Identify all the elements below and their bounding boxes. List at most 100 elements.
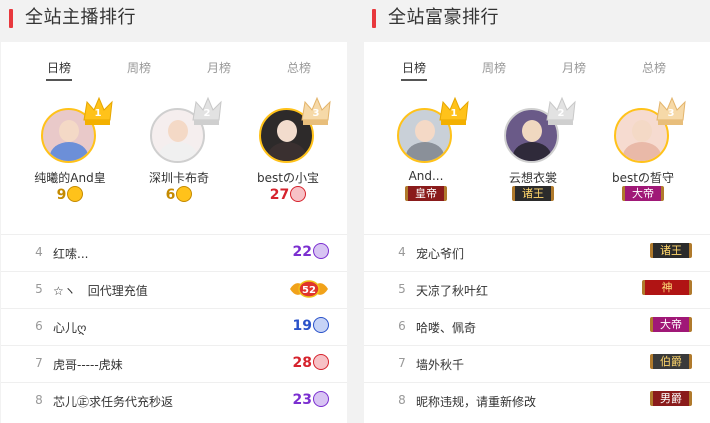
noble-rank-badge: 大帝	[650, 317, 692, 332]
wreath-level-icon: 52	[290, 280, 328, 298]
tab-total[interactable]: 总榜	[274, 60, 324, 76]
svg-text:3: 3	[668, 108, 675, 119]
rich-ranking-panel: 全站富豪排行 日榜 周榜 月榜 总榜 1 And... 皇帝 2 云想衣裳 诸王…	[363, 0, 710, 423]
level-badge: 23	[293, 391, 329, 411]
list-item[interactable]: 4 宠心爷们 诸王	[364, 234, 710, 272]
noble-rank-badge: 伯爵	[650, 354, 692, 369]
list-item[interactable]: 7 虎哥-----虎妹 28	[1, 345, 347, 383]
list-item[interactable]: 6 心儿ღ 19	[1, 308, 347, 346]
noble-badge: 神	[642, 280, 692, 300]
user-name[interactable]: 墙外秋千	[416, 356, 464, 373]
podium-name[interactable]: 云想衣裳	[473, 169, 593, 186]
user-name[interactable]: 哈喽、佩奇	[416, 319, 476, 336]
podium-name[interactable]: bestの小宝	[228, 169, 348, 186]
anchor-name[interactable]: ☆ヽ 回代理充值	[53, 282, 148, 299]
noble-badge: 诸王	[650, 243, 692, 263]
list-item[interactable]: 5 ☆ヽ 回代理充值 52	[1, 271, 347, 309]
user-name[interactable]: 天凉了秋叶红	[416, 282, 488, 299]
list-item[interactable]: 7 墙外秋千 伯爵	[364, 345, 710, 383]
svg-text:52: 52	[302, 285, 316, 296]
podium-name[interactable]: And...	[366, 169, 486, 183]
tab-total[interactable]: 总榜	[629, 60, 679, 76]
podium-item-rank-3[interactable]: 3 bestの晳守 大帝	[588, 96, 698, 222]
title-accent-bar	[9, 9, 13, 28]
rank-number: 5	[398, 282, 406, 296]
anchor-top3-podium: 1 纯曦的And皇 9 2 深圳卡布奇 6 3 bestの小宝 27	[1, 96, 347, 222]
user-name[interactable]: 宠心爷们	[416, 245, 464, 262]
rich-top3-podium: 1 And... 皇帝 2 云想衣裳 诸王 3 bestの晳守 大帝	[364, 96, 710, 222]
star-medal-icon	[290, 186, 307, 202]
rich-ranking-title: 全站富豪排行	[388, 7, 499, 28]
title-accent-bar	[372, 9, 376, 28]
podium-item-rank-1[interactable]: 1 And... 皇帝	[371, 96, 481, 222]
podium-item-rank-3[interactable]: 3 bestの小宝 27	[233, 96, 343, 222]
level-number: 28	[292, 355, 312, 371]
podium-item-rank-1[interactable]: 1 纯曦的And皇 9	[15, 96, 125, 222]
anchor-name[interactable]: 虎哥-----虎妹	[53, 356, 123, 373]
rank-number: 7	[35, 356, 43, 370]
rank-number: 4	[398, 245, 406, 259]
tab-monthly[interactable]: 月榜	[194, 60, 244, 76]
podium-item-rank-2[interactable]: 2 云想衣裳 诸王	[478, 96, 588, 222]
tab-daily[interactable]: 日榜	[34, 60, 84, 81]
podium-name[interactable]: 纯曦的And皇	[10, 169, 130, 186]
rich-ranking-header: 全站富豪排行	[363, 0, 710, 42]
rank-number: 6	[398, 319, 406, 333]
tab-weekly[interactable]: 周榜	[469, 60, 519, 76]
anchor-name[interactable]: 心儿ღ	[53, 319, 86, 336]
anchor-name[interactable]: 红嗦...	[53, 245, 88, 262]
level-number: 9	[56, 187, 67, 203]
list-item[interactable]: 5 天凉了秋叶红 神	[364, 271, 710, 309]
level-number: 27	[269, 187, 290, 203]
crown-medal-icon	[176, 186, 193, 202]
silver-crown-icon: 2	[546, 96, 576, 125]
anchor-ranking-panel: 全站主播排行 日榜 周榜 月榜 总榜 1 纯曦的And皇 9 2 深圳卡布奇 6…	[0, 0, 347, 423]
tab-monthly[interactable]: 月榜	[549, 60, 599, 76]
level-badge: 52	[289, 280, 329, 300]
list-item[interactable]: 8 芯儿㊣求任务代充秒返 23	[1, 382, 347, 420]
noble-badge: 伯爵	[650, 354, 692, 374]
podium-item-rank-2[interactable]: 2 深圳卡布奇 6	[124, 96, 234, 222]
bronze-crown-icon: 3	[301, 96, 331, 125]
level-number: 22	[292, 244, 312, 260]
list-item[interactable]: 8 昵称违规，请重新修改 男爵	[364, 382, 710, 420]
level-number: 23	[292, 392, 312, 408]
level-badge: 6	[124, 186, 234, 204]
noble-rank-badge: 诸王	[512, 186, 554, 201]
svg-text:2: 2	[558, 108, 565, 119]
rank-number: 6	[35, 319, 43, 333]
anchor-ranking-header: 全站主播排行	[0, 0, 347, 42]
level-badge: 28	[293, 354, 329, 374]
noble-rank-badge: 大帝	[622, 186, 664, 201]
level-number: 6	[165, 187, 176, 203]
anchor-period-tabs: 日榜 周榜 月榜 总榜	[1, 60, 347, 82]
star-medal-icon	[313, 243, 329, 259]
podium-name[interactable]: 深圳卡布奇	[119, 169, 239, 186]
rank-number: 5	[35, 282, 43, 296]
noble-badge: 大帝	[650, 317, 692, 337]
star-medal-icon	[313, 391, 329, 407]
noble-rank-badge: 诸王	[650, 243, 692, 258]
anchor-name[interactable]: 芯儿㊣求任务代充秒返	[53, 393, 173, 410]
crown-medal-icon	[67, 186, 84, 202]
gold-crown-icon: 1	[83, 96, 113, 125]
rank-number: 8	[35, 393, 43, 407]
tab-weekly[interactable]: 周榜	[114, 60, 164, 76]
star-medal-icon	[313, 317, 329, 333]
level-badge: 27	[233, 186, 343, 204]
noble-rank-badge: 神	[642, 280, 692, 295]
user-name[interactable]: 昵称违规，请重新修改	[416, 393, 536, 410]
svg-text:1: 1	[95, 108, 102, 119]
level-badge: 22	[293, 243, 329, 263]
svg-text:2: 2	[204, 108, 211, 119]
list-item[interactable]: 4 红嗦... 22	[1, 234, 347, 272]
list-item[interactable]: 6 哈喽、佩奇 大帝	[364, 308, 710, 346]
rich-period-tabs: 日榜 周榜 月榜 总榜	[364, 60, 710, 82]
tab-daily[interactable]: 日榜	[389, 60, 439, 81]
svg-text:1: 1	[451, 108, 458, 119]
podium-name[interactable]: bestの晳守	[583, 169, 703, 186]
noble-badge: 男爵	[650, 391, 692, 411]
level-badge: 9	[15, 186, 125, 204]
bronze-crown-icon: 3	[656, 96, 686, 125]
rank-number: 4	[35, 245, 43, 259]
